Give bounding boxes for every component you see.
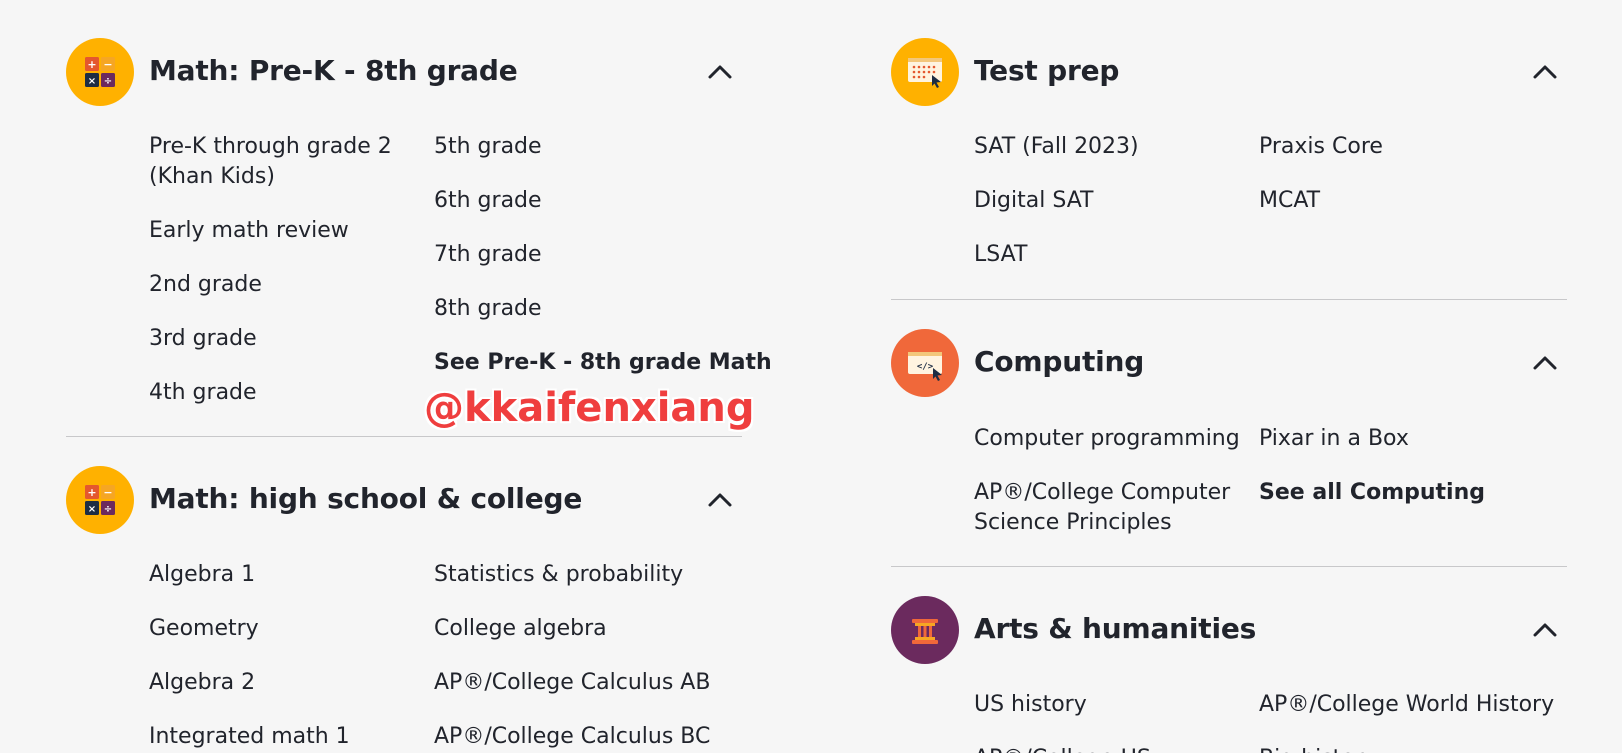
chevron-up-icon[interactable]: [706, 486, 734, 514]
svg-text:×: ×: [88, 76, 96, 87]
link-lsat[interactable]: LSAT: [974, 240, 1027, 270]
section-title: Computing: [974, 345, 1145, 378]
link-ap-computer-science[interactable]: AP®/College Computer: [974, 478, 1230, 508]
link-integrated-math-1[interactable]: Integrated math 1: [149, 722, 350, 752]
link-digital-sat[interactable]: Digital SAT: [974, 186, 1094, 216]
link-algebra-1[interactable]: Algebra 1: [149, 560, 255, 590]
section-header[interactable]: </> Computing: [891, 329, 1567, 397]
link-sat-fall-2023[interactable]: SAT (Fall 2023): [974, 132, 1139, 162]
section-math-prek: + − × ÷ Math: Pre-K - 8th grade Pre-K th…: [66, 38, 772, 438]
link-computer-programming[interactable]: Computer programming: [974, 424, 1240, 454]
link-2nd-grade[interactable]: 2nd grade: [149, 270, 262, 300]
svg-text:+: +: [87, 486, 96, 499]
link-mcat[interactable]: MCAT: [1259, 186, 1320, 216]
section-divider: [891, 566, 1567, 567]
link-college-algebra[interactable]: College algebra: [434, 614, 607, 644]
svg-text:÷: ÷: [104, 504, 112, 515]
link-prek-grade2[interactable]: Pre-K through grade 2: [149, 132, 392, 162]
link-ap-us-history[interactable]: AP®/College US: [974, 744, 1151, 753]
section-header[interactable]: + − × ÷ Math: high school & college: [66, 466, 742, 534]
link-calculus-bc[interactable]: AP®/College Calculus BC: [434, 722, 710, 752]
link-big-history[interactable]: Big history: [1259, 744, 1377, 753]
link-3rd-grade[interactable]: 3rd grade: [149, 324, 257, 354]
link-early-math-review[interactable]: Early math review: [149, 216, 349, 246]
section-divider: [891, 299, 1567, 300]
section-header[interactable]: Test prep: [891, 38, 1567, 106]
link-pixar-in-a-box[interactable]: Pixar in a Box: [1259, 424, 1409, 454]
math-operations-icon: + − × ÷: [66, 38, 134, 106]
link-statistics-probability[interactable]: Statistics & probability: [434, 560, 683, 590]
section-computing: </> Computing Computer programming AP®/C…: [891, 329, 1567, 569]
chevron-up-icon[interactable]: [1531, 58, 1559, 86]
section-test-prep: Test prep SAT (Fall 2023) Digital SAT LS…: [891, 38, 1567, 302]
link-praxis-core[interactable]: Praxis Core: [1259, 132, 1383, 162]
see-all-prek-math-link[interactable]: See Pre-K - 8th grade Math: [434, 348, 772, 378]
section-divider: [66, 436, 742, 437]
link-ap-world-history[interactable]: AP®/College World History: [1259, 690, 1554, 720]
chevron-up-icon[interactable]: [706, 58, 734, 86]
test-grid-cursor-icon: [891, 38, 959, 106]
svg-text:÷: ÷: [104, 76, 112, 87]
column-pillar-icon: [891, 596, 959, 664]
svg-text:</>: </>: [917, 362, 934, 372]
chevron-up-icon[interactable]: [1531, 616, 1559, 644]
section-title: Arts & humanities: [974, 612, 1257, 645]
code-window-icon: </>: [891, 329, 959, 397]
link-geometry[interactable]: Geometry: [149, 614, 259, 644]
svg-text:−: −: [103, 486, 112, 499]
link-4th-grade[interactable]: 4th grade: [149, 378, 257, 408]
section-arts-humanities: Arts & humanities US history AP®/College…: [891, 596, 1567, 753]
link-algebra-2[interactable]: Algebra 2: [149, 668, 255, 698]
link-8th-grade[interactable]: 8th grade: [434, 294, 542, 324]
watermark: @kkaifenxiang: [424, 385, 755, 431]
section-math-hs: + − × ÷ Math: high school & college Alge…: [66, 466, 742, 753]
section-title: Math: high school & college: [149, 482, 583, 515]
see-all-computing-link[interactable]: See all Computing: [1259, 478, 1485, 508]
link-7th-grade[interactable]: 7th grade: [434, 240, 542, 270]
link-6th-grade[interactable]: 6th grade: [434, 186, 542, 216]
math-operations-icon: + − × ÷: [66, 466, 134, 534]
link-us-history[interactable]: US history: [974, 690, 1087, 720]
section-title: Math: Pre-K - 8th grade: [149, 54, 518, 87]
section-header[interactable]: + − × ÷ Math: Pre-K - 8th grade: [66, 38, 742, 106]
section-header[interactable]: Arts & humanities: [891, 596, 1567, 664]
section-title: Test prep: [974, 54, 1120, 87]
link-prek-grade2-khan-kids[interactable]: (Khan Kids): [149, 162, 275, 192]
svg-text:−: −: [103, 58, 112, 71]
link-ap-computer-science-principles[interactable]: Science Principles: [974, 508, 1172, 538]
chevron-up-icon[interactable]: [1531, 349, 1559, 377]
link-calculus-ab[interactable]: AP®/College Calculus AB: [434, 668, 710, 698]
link-5th-grade[interactable]: 5th grade: [434, 132, 542, 162]
subjects-page: + − × ÷ Math: Pre-K - 8th grade Pre-K th…: [0, 0, 1622, 753]
svg-text:×: ×: [88, 504, 96, 515]
svg-text:+: +: [87, 58, 96, 71]
